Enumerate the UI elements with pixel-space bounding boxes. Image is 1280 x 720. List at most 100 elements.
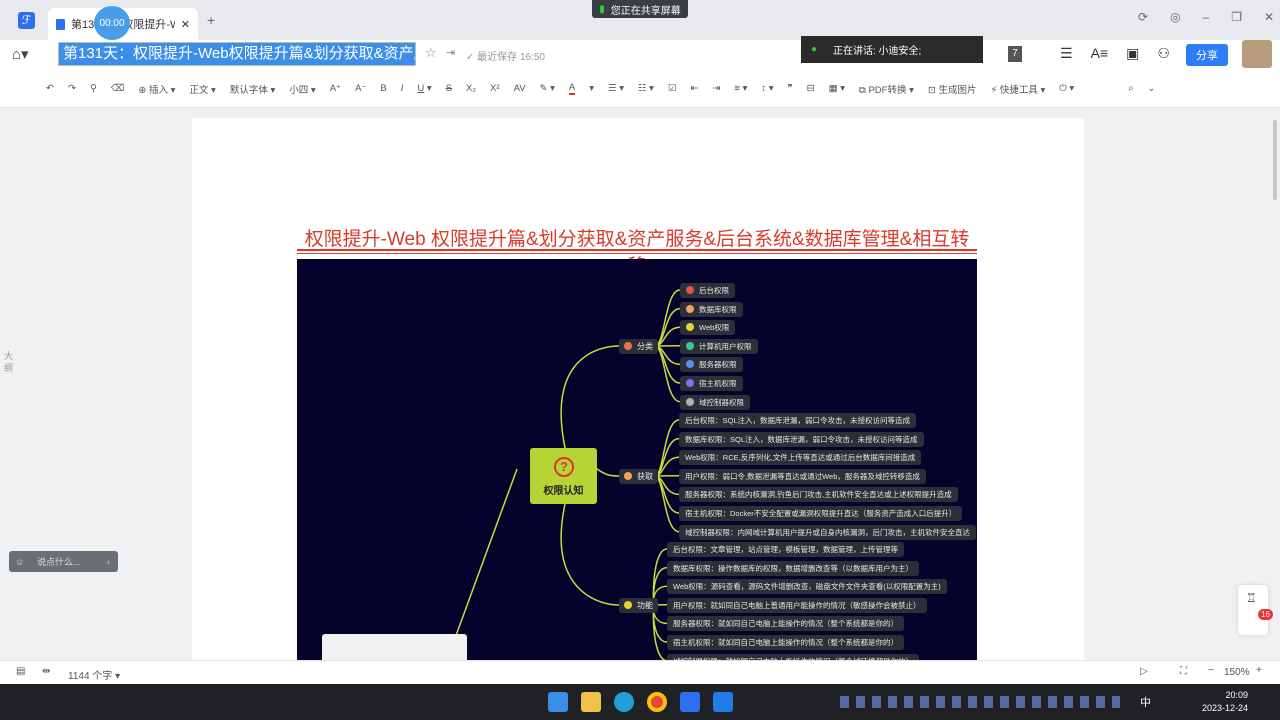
zoom-level[interactable]: 150%: [1224, 667, 1250, 678]
clock[interactable]: 20:09 2023-12-24: [1200, 689, 1248, 715]
undo-icon[interactable]: ↶: [46, 83, 54, 94]
branch-label: 获取: [637, 472, 653, 481]
settings-icon[interactable]: ◎: [1170, 10, 1180, 24]
zoom-out-button[interactable]: −: [1208, 665, 1214, 676]
minimize-button[interactable]: –: [1203, 10, 1210, 24]
star-icon[interactable]: ☆: [425, 45, 437, 61]
close-button[interactable]: ✕: [1264, 10, 1274, 24]
leaf-text: 数据库权限：SQL注入，数据库泄漏，弱口令攻击，未授权访问等造成: [685, 434, 918, 444]
format-painter-icon[interactable]: ⚲: [90, 83, 97, 94]
redo-icon[interactable]: ↷: [68, 83, 76, 94]
line-spacing-icon[interactable]: ↕ ▾: [761, 83, 773, 94]
sync-icon[interactable]: ⟳: [1138, 10, 1148, 24]
mindmap-branch: 获取: [619, 469, 658, 484]
ime-indicator[interactable]: 中: [1140, 694, 1151, 710]
underline-icon[interactable]: U ▾: [417, 83, 431, 94]
collapse-icon[interactable]: ⌄: [1148, 83, 1156, 94]
divider-icon[interactable]: ⊟: [807, 83, 815, 94]
font-select[interactable]: 默认字体 ▾: [230, 82, 275, 96]
collapse-chat-icon[interactable]: ‹: [107, 557, 110, 567]
numbered-list-icon[interactable]: ☷ ▾: [638, 83, 654, 94]
present-icon[interactable]: ▣: [1126, 45, 1139, 62]
text-format-icon[interactable]: A≡: [1091, 45, 1109, 62]
notification-badge: 16: [1258, 609, 1273, 620]
new-tab-button[interactable]: +: [207, 12, 215, 28]
chat-input[interactable]: ☺ 说点什么... ‹: [9, 551, 118, 572]
leaf-text: 宿主机权限：Docker不安全配置或漏洞权限提升直达（服务资产造成入口后提升）: [685, 509, 957, 518]
strikethrough-icon[interactable]: S: [446, 83, 452, 94]
doc-icon: [56, 18, 65, 30]
word-count[interactable]: 1144 个字 ▾: [68, 667, 120, 682]
fullscreen-icon[interactable]: ⛶: [1180, 666, 1187, 677]
leaf-text: 服务器权限: [699, 360, 737, 370]
connector-line: [560, 345, 620, 449]
subscript-icon[interactable]: X₂: [466, 83, 476, 94]
connector-line: [652, 548, 668, 606]
emoji-icon[interactable]: ☺: [15, 557, 24, 567]
search-icon[interactable]: ⌕: [1128, 83, 1133, 94]
image-label: 生成图片: [938, 84, 977, 96]
generate-image-button[interactable]: ⊡ 生成图片: [928, 82, 977, 96]
participant-count[interactable]: 7: [1008, 46, 1022, 62]
char-spacing-icon[interactable]: AV: [514, 83, 526, 94]
home-icon[interactable]: ⌂▾: [12, 45, 29, 63]
quick-tools-button[interactable]: ⚡ 快捷工具 ▾: [991, 82, 1046, 96]
move-icon[interactable]: ⇥: [446, 46, 455, 59]
chrome-icon[interactable]: [647, 692, 667, 712]
scrollbar[interactable]: [1273, 120, 1277, 200]
word-count-text: 1144 个字: [68, 671, 113, 682]
font-shrink-icon[interactable]: A⁻: [355, 83, 366, 94]
style-select[interactable]: 正文 ▾: [189, 82, 215, 96]
meeting-app-icon[interactable]: [713, 692, 733, 712]
tray-icons[interactable]: [840, 696, 1120, 708]
style-label: 正文: [189, 84, 209, 96]
page-view-icon[interactable]: ▤: [16, 666, 25, 677]
branch-label: 功能: [637, 601, 653, 610]
start-icon[interactable]: [548, 692, 568, 712]
status-bar: ▤ ⇹ 1144 个字 ▾ ▷ ⛶ − 150% +: [0, 660, 1280, 684]
size-select[interactable]: 小四 ▾: [289, 82, 315, 96]
edge-icon[interactable]: [614, 692, 634, 712]
outdent-icon[interactable]: ⇥: [712, 83, 720, 94]
mindmap-image[interactable]: ? 权限认知 分类 后台权限 数据库权限 Web权限 计算机用户权限 服务器权限 宿主机权限域…: [297, 259, 977, 660]
share-button[interactable]: 分享: [1186, 44, 1228, 66]
outline-toggle[interactable]: 大纲: [4, 350, 20, 380]
clear-format-icon[interactable]: ⌫: [111, 83, 124, 94]
mindmap-branch: 分类: [619, 339, 658, 354]
close-tab-icon[interactable]: ✕: [181, 18, 190, 31]
bell-icon: ♖: [1246, 591, 1257, 605]
notification-panel[interactable]: ♖ 16: [1238, 585, 1273, 635]
play-icon[interactable]: ▷: [1140, 666, 1148, 677]
clock-time: 20:09: [1225, 690, 1248, 700]
indent-icon[interactable]: ⇤: [690, 83, 698, 94]
mindmap-leaf: Web权限: [680, 320, 736, 336]
bullet-list-icon[interactable]: ☰ ▾: [608, 83, 624, 94]
docs-app-icon[interactable]: [680, 692, 700, 712]
heading-underline-thin: [297, 253, 977, 254]
quote-icon[interactable]: ❞: [788, 83, 793, 94]
zoom-in-button[interactable]: +: [1256, 665, 1262, 676]
width-icon[interactable]: ⇹: [42, 666, 50, 677]
maximize-button[interactable]: ❐: [1231, 10, 1242, 24]
document-title-input[interactable]: 第131天：权限提升-Web权限提升篇&划分获取&资产服务&后台系统&数据库管理…: [58, 42, 416, 66]
avatar[interactable]: [1242, 40, 1272, 68]
font-grow-icon[interactable]: A⁺: [330, 83, 341, 94]
highlight-icon[interactable]: ✎ ▾: [540, 83, 555, 94]
align-icon[interactable]: ≡ ▾: [734, 83, 747, 94]
recording-timer: 00:00: [94, 6, 130, 40]
file-explorer-icon[interactable]: [581, 692, 601, 712]
table-icon[interactable]: ▦ ▾: [829, 83, 845, 94]
leaf-text: 域控制器权限: [699, 397, 744, 407]
center-label: 权限认知: [543, 486, 584, 497]
add-user-icon[interactable]: ⚇: [1157, 45, 1170, 62]
italic-icon[interactable]: I: [401, 83, 404, 94]
plugin-icon[interactable]: ⏻ ▾: [1059, 83, 1074, 94]
insert-button[interactable]: ⊕ 插入 ▾: [138, 82, 175, 96]
bold-icon[interactable]: B: [380, 83, 386, 94]
superscript-icon[interactable]: X²: [490, 83, 500, 94]
pdf-convert-button[interactable]: ⧉ PDF转换 ▾: [859, 82, 914, 96]
checkbox-icon[interactable]: ☑: [668, 83, 677, 94]
font-color-icon[interactable]: A: [568, 82, 576, 95]
signal-icon: ▮: [599, 3, 605, 15]
menu-icon[interactable]: ☰: [1060, 45, 1073, 62]
